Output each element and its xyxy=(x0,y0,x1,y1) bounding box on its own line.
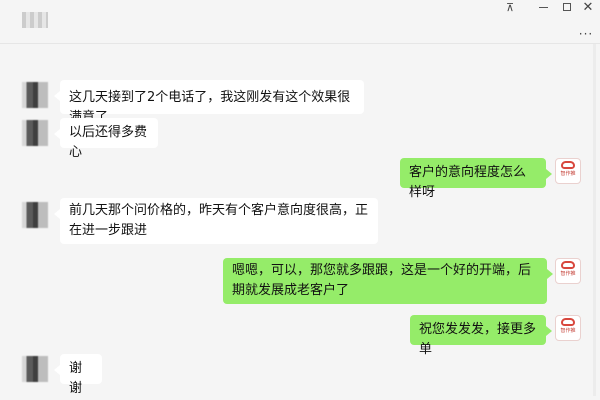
bubble-tail xyxy=(54,209,60,219)
logo-text: 智作推 xyxy=(560,171,576,177)
message-bubble-outgoing[interactable]: 客户的意向程度怎么样呀 xyxy=(400,158,552,200)
message-bubble-outgoing[interactable]: 嗯嗯，可以，那您就多跟跟，这是一个好的开端，后期就发展成老客户了 xyxy=(223,258,553,304)
logo-icon xyxy=(561,318,575,326)
logo-icon xyxy=(561,261,575,269)
message-text: 前几天那个问价格的，昨天有个客户意向度很高，正在进一步跟进 xyxy=(69,203,369,238)
my-avatar[interactable]: 智作推 xyxy=(555,315,581,341)
maximize-icon[interactable] xyxy=(560,0,574,16)
message-text: 客户的意向程度怎么样呀 xyxy=(409,165,527,200)
message-text: 谢谢 xyxy=(69,361,83,396)
bubble-tail xyxy=(547,269,553,279)
message-text: 祝您发发发，接更多单 xyxy=(419,322,537,357)
logo-icon xyxy=(561,161,575,169)
message-bubble-incoming[interactable]: 前几天那个问价格的，昨天有个客户意向度很高，正在进一步跟进 xyxy=(54,198,378,244)
logo-text: 智作推 xyxy=(560,271,576,277)
title-bar: ⊼ ✕ ··· xyxy=(0,0,600,44)
bubble-tail xyxy=(546,326,552,336)
logo-text: 智作推 xyxy=(560,328,576,334)
close-icon[interactable]: ✕ xyxy=(581,0,595,16)
bubble-tail xyxy=(546,169,552,179)
contact-avatar[interactable] xyxy=(22,202,48,228)
message-bubble-outgoing[interactable]: 祝您发发发，接更多单 xyxy=(410,315,552,357)
scrollbar[interactable] xyxy=(593,44,596,396)
contact-avatar[interactable] xyxy=(22,120,48,146)
contact-avatar[interactable] xyxy=(22,356,48,382)
contact-avatar[interactable] xyxy=(22,82,48,108)
message-bubble-incoming[interactable]: 以后还得多费心 xyxy=(54,118,158,160)
message-text: 以后还得多费心 xyxy=(69,125,148,160)
message-bubble-incoming[interactable]: 谢谢 xyxy=(54,354,102,396)
chat-title-blurred xyxy=(22,12,48,28)
message-text: 嗯嗯，可以，那您就多跟跟，这是一个好的开端，后期就发展成老客户了 xyxy=(232,263,532,298)
my-avatar[interactable]: 智作推 xyxy=(555,158,581,184)
bubble-tail xyxy=(54,365,60,375)
message-bubble-incoming[interactable]: 这几天接到了2个电话了，我这刚发有这个效果很满意了 xyxy=(54,80,364,125)
my-avatar[interactable]: 智作推 xyxy=(555,258,581,284)
minimize-icon[interactable] xyxy=(535,0,551,16)
more-options-icon[interactable]: ··· xyxy=(576,26,596,42)
bubble-tail xyxy=(54,91,60,101)
bubble-tail xyxy=(54,129,60,139)
pin-icon[interactable]: ⊼ xyxy=(502,0,518,16)
